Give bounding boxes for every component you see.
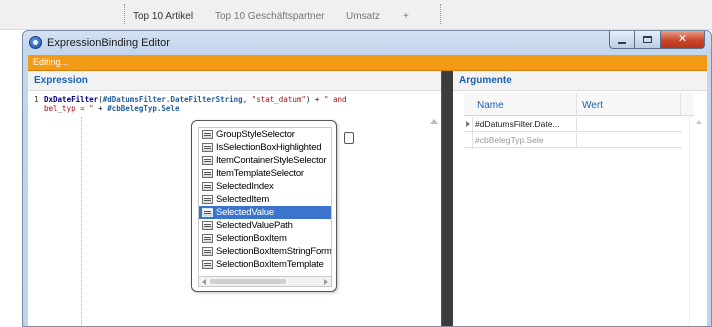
autocomplete-item-label: SelectionBoxItem [216,233,287,244]
code-string: " and [323,95,347,104]
tab-add[interactable]: + [403,11,409,22]
arguments-panel: Argumente Name Wert #dDatumsFilter.Date.… [453,71,707,326]
maximize-button[interactable] [635,31,661,49]
autocomplete-item[interactable]: ItemContainerStyleSelector [199,154,331,167]
autocomplete-item-selected[interactable]: SelectedValue [199,206,331,219]
property-icon [202,260,213,269]
code-operator: + [93,104,108,113]
autocomplete-item[interactable]: SelectionBoxItem [199,232,331,245]
background-tab-strip: Top 10 Artikel Top 10 Geschäftspartner U… [0,0,712,30]
autocomplete-item-label: IsSelectionBoxHighlighted [216,142,322,153]
autocomplete-item[interactable]: SelectedItem [199,193,331,206]
autocomplete-horizontal-scrollbar[interactable] [198,277,332,287]
window-controls: ✕ [609,31,705,49]
code-string: "stat_datum" [251,95,306,104]
scroll-right-arrow-icon[interactable] [324,279,328,285]
code-comma: , [242,95,252,104]
expression-binding-editor-window: ExpressionBinding Editor ✕ Editing... Ex… [22,30,712,327]
autocomplete-item[interactable]: SelectedValuePath [199,219,331,232]
property-icon [202,156,213,165]
current-row-arrow-icon [466,121,470,127]
autocomplete-item-label: ItemTemplateSelector [216,168,304,179]
autocomplete-item[interactable]: SelectionBoxItemTemplate [199,258,331,271]
minimize-icon [618,41,626,44]
property-icon [202,169,213,178]
property-icon [202,182,213,191]
indent-guide [81,117,82,325]
code-variable: #dDatumsFilter.DateFilterString [102,95,243,104]
autocomplete-popup: GroupStyleSelector IsSelectionBoxHighlig… [191,120,337,292]
close-button[interactable]: ✕ [661,31,705,49]
expression-header-label: Expression [34,75,88,86]
arguments-header: Argumente [453,71,707,91]
tab-separator [124,4,125,24]
autocomplete-item-label: GroupStyleSelector [216,129,295,140]
editor-frame: Editing... Expression 1 DxDateFilter(#dD… [28,55,707,326]
window-title: ExpressionBinding Editor [47,37,170,49]
autocomplete-list[interactable]: GroupStyleSelector IsSelectionBoxHighlig… [198,127,332,277]
property-icon [202,221,213,230]
autocomplete-item[interactable]: GroupStyleSelector [199,128,331,141]
tab-separator [440,4,441,24]
divider [689,93,690,326]
expression-header: Expression [28,71,441,91]
maximize-icon [643,36,652,43]
table-row[interactable]: #dDatumsFilter.Date... [464,117,682,132]
scrollbar-thumb[interactable] [210,279,286,284]
tab-umsatz[interactable]: Umsatz [346,11,380,22]
app-icon [29,36,42,49]
autocomplete-item-label: ItemContainerStyleSelector [216,155,327,166]
cell-divider [576,117,577,132]
property-icon [202,195,213,204]
column-header-wert[interactable]: Wert [582,100,603,111]
property-icon [202,247,213,256]
autocomplete-item-label: SelectedItem [216,194,270,205]
column-divider [576,93,577,116]
autocomplete-item-label: SelectedIndex [216,181,274,192]
editing-status-text: Editing... [33,57,69,67]
arguments-header-label: Argumente [459,75,512,86]
column-divider [680,93,681,116]
code-function: DxDateFilter [44,95,99,104]
autocomplete-item-label: SelectionBoxItemStringFormat [216,246,332,257]
code-string: bel_typ = " [44,104,94,113]
property-icon [202,143,213,152]
line-number: 1 [34,95,39,104]
scroll-up-arrow-icon[interactable] [696,120,702,124]
argument-name-cell[interactable]: #dDatumsFilter.Date... [475,119,575,129]
minimize-button[interactable] [609,31,635,49]
description-tooltip [344,132,354,144]
property-icon [202,208,213,217]
column-header-name[interactable]: Name [477,100,504,111]
code-operator: ) + [305,95,324,104]
autocomplete-item[interactable]: SelectionBoxItemStringFormat [199,245,332,258]
editing-status-bar: Editing... [28,55,707,71]
property-icon [202,234,213,243]
autocomplete-item-label: SelectionBoxItemTemplate [216,259,324,270]
close-icon: ✕ [677,33,688,45]
autocomplete-item[interactable]: IsSelectionBoxHighlighted [199,141,331,154]
grid-header: Name Wert [464,93,694,116]
autocomplete-item-label: SelectedValuePath [216,220,293,231]
argument-name-cell[interactable]: #cbBelegTyp.Sele [475,135,575,145]
code-variable: #cbBelegTyp.Sele [107,104,180,113]
autocomplete-item[interactable]: ItemTemplateSelector [199,167,331,180]
scroll-up-arrow-icon[interactable] [430,119,438,124]
property-icon [202,130,213,139]
code-line-2: bel_typ = " + #cbBelegTyp.Sele [44,104,179,113]
scroll-left-arrow-icon[interactable] [202,279,206,285]
autocomplete-item[interactable]: SelectedIndex [199,180,331,193]
autocomplete-item-label: SelectedValue [216,207,274,218]
window-titlebar[interactable]: ExpressionBinding Editor ✕ [23,31,711,55]
table-row[interactable]: #cbBelegTyp.Sele [464,133,682,148]
cell-divider [576,133,577,148]
tab-top10-geschaeftspartner[interactable]: Top 10 Geschäftspartner [215,11,325,22]
code-line-1: DxDateFilter(#dDatumsFilter.DateFilterSt… [44,95,347,104]
tab-top10-artikel[interactable]: Top 10 Artikel [133,11,193,22]
